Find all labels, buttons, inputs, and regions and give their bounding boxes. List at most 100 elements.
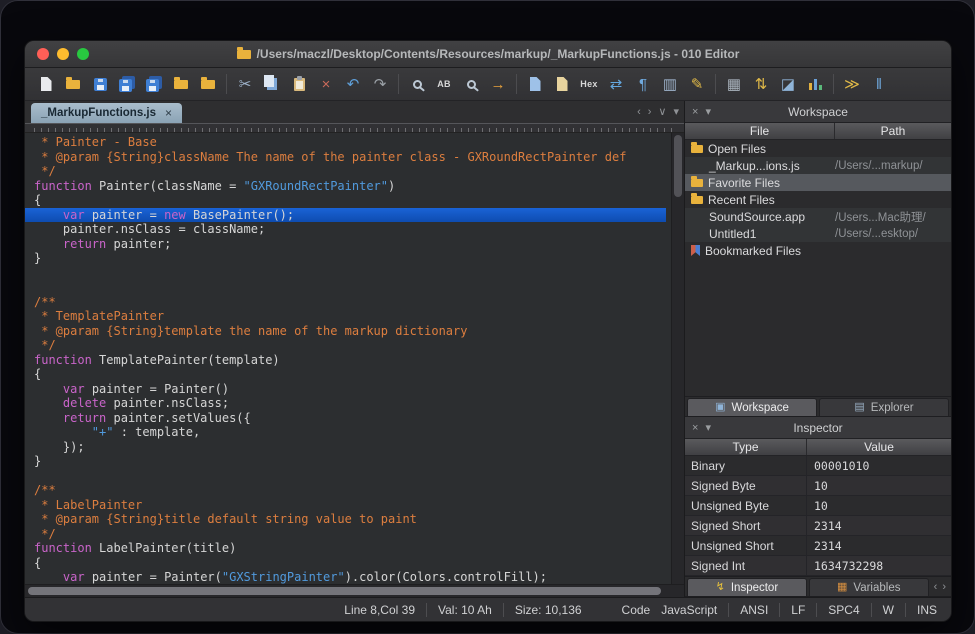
code-line[interactable]: function LabelPainter(title) xyxy=(25,541,671,556)
code-line[interactable]: */ xyxy=(25,527,671,542)
code-line[interactable]: { xyxy=(25,556,671,571)
inspector-row[interactable]: Signed Byte10 xyxy=(685,476,951,496)
inspector-close-icon[interactable]: × xyxy=(692,422,698,434)
tab-markupfunctions[interactable]: _MarkupFunctions.js × xyxy=(31,103,182,123)
workspace-row[interactable]: _Markup...ions.js/Users/...markup/ xyxy=(685,157,951,174)
scripts-button[interactable] xyxy=(549,71,575,97)
code-line[interactable]: * @param {String}className The name of t… xyxy=(25,150,671,165)
panel-tab-explorer[interactable]: ▤Explorer xyxy=(819,398,949,416)
pause-button[interactable]: ‖ xyxy=(866,71,892,97)
edit-pen-button[interactable]: ✎ xyxy=(684,71,710,97)
status-syntax[interactable]: JavaScript xyxy=(661,603,717,617)
panel-tab-variables[interactable]: ▦Variables xyxy=(809,578,929,596)
code-line[interactable]: return painter; xyxy=(25,237,671,252)
code-line[interactable]: * TemplatePainter xyxy=(25,309,671,324)
code-line[interactable]: * @param {String}template the name of th… xyxy=(25,324,671,339)
paragraph-marks-button[interactable]: ¶ xyxy=(630,71,656,97)
code-line[interactable]: { xyxy=(25,367,671,382)
redo-button[interactable]: ↷ xyxy=(367,71,393,97)
compare-button[interactable]: ⇄ xyxy=(603,71,629,97)
inspector-value-cell[interactable]: 2314 xyxy=(807,516,951,535)
inspector-row[interactable]: Unsigned Byte10 xyxy=(685,496,951,516)
horizontal-scrollbar-thumb[interactable] xyxy=(28,587,661,595)
code-line[interactable]: var painter = Painter("GXStringPainter")… xyxy=(25,570,671,584)
horizontal-scrollbar[interactable] xyxy=(25,584,684,597)
code-line[interactable]: */ xyxy=(25,164,671,179)
code-line[interactable]: { xyxy=(25,193,671,208)
workspace-row[interactable]: SoundSource.app/Users...Mac助理/ xyxy=(685,208,951,225)
inspector-value-cell[interactable]: 10 xyxy=(807,496,951,515)
column-header-value[interactable]: Value xyxy=(807,439,951,455)
code-line[interactable] xyxy=(25,280,671,295)
column-header-path[interactable]: Path xyxy=(835,123,951,139)
column-header-file[interactable]: File xyxy=(685,123,835,139)
inspector-row[interactable]: Signed Short2314 xyxy=(685,516,951,536)
new-file-button[interactable] xyxy=(33,71,59,97)
workspace-close-icon[interactable]: × xyxy=(692,106,698,118)
minimize-button[interactable] xyxy=(57,48,69,60)
tab-list-icon[interactable]: ∨ xyxy=(658,107,666,118)
code-line[interactable]: * LabelPainter xyxy=(25,498,671,513)
open-folder-button[interactable] xyxy=(168,71,194,97)
panel-tab-inspector[interactable]: ↯Inspector xyxy=(687,578,807,596)
code-line[interactable]: */ xyxy=(25,338,671,353)
workspace-row[interactable]: Favorite Files xyxy=(685,174,951,191)
panel-tab-workspace[interactable]: ▣Workspace xyxy=(687,398,817,416)
goto-button[interactable]: → xyxy=(485,71,511,97)
close-button[interactable] xyxy=(37,48,49,60)
code-line[interactable]: painter.nsClass = className; xyxy=(25,222,671,237)
hex-mode-button[interactable]: Hex xyxy=(576,71,602,97)
vertical-scrollbar-thumb[interactable] xyxy=(674,135,682,197)
workspace-row[interactable]: Recent Files xyxy=(685,191,951,208)
copy-button[interactable] xyxy=(259,71,285,97)
status-indent[interactable]: SPC4 xyxy=(828,603,859,617)
code-line[interactable]: /** xyxy=(25,295,671,310)
workspace-row[interactable]: Untitled1/Users/...esktop/ xyxy=(685,225,951,242)
workspace-menu-icon[interactable]: ▾ xyxy=(705,105,711,118)
add-favorite-folder-button[interactable] xyxy=(195,71,221,97)
save-all-button[interactable] xyxy=(141,71,167,97)
code-line[interactable]: delete painter.nsClass; xyxy=(25,396,671,411)
code-line[interactable]: * @param {String}title default string va… xyxy=(25,512,671,527)
save-button[interactable] xyxy=(87,71,113,97)
calculator-button[interactable]: ▦ xyxy=(721,71,747,97)
status-wrap[interactable]: W xyxy=(883,603,894,617)
code-line[interactable]: /** xyxy=(25,483,671,498)
find-in-files-button[interactable] xyxy=(458,71,484,97)
workspace-row[interactable]: Open Files xyxy=(685,140,951,157)
inspector-menu-icon[interactable]: ▾ xyxy=(705,421,711,434)
workspace-row[interactable]: Bookmarked Files xyxy=(685,242,951,259)
base-converter-button[interactable]: ⇅ xyxy=(748,71,774,97)
inspector-row[interactable]: Unsigned Short2314 xyxy=(685,536,951,556)
code-line[interactable]: }); xyxy=(25,440,671,455)
column-header-type[interactable]: Type xyxy=(685,439,807,455)
status-line-ending[interactable]: LF xyxy=(791,603,805,617)
code-line[interactable]: } xyxy=(25,251,671,266)
next-tab-icon[interactable]: › xyxy=(648,107,652,118)
code-line[interactable]: "+" : template, xyxy=(25,425,671,440)
code-editor[interactable]: * Painter - Base * @param {String}classN… xyxy=(25,133,671,584)
inspector-value-cell[interactable]: 00001010 xyxy=(807,456,951,475)
tab-close-icon[interactable]: × xyxy=(165,106,172,120)
color-picker-button[interactable]: ◪ xyxy=(775,71,801,97)
inspector-value-cell[interactable]: 2314 xyxy=(807,536,951,555)
split-view-icon[interactable]: ▾ xyxy=(673,107,679,118)
code-line[interactable]: var painter = Painter() xyxy=(25,382,671,397)
status-insert-mode[interactable]: INS xyxy=(917,603,937,617)
inspector-value-cell[interactable]: 10 xyxy=(807,476,951,495)
inspector-row[interactable]: Binary00001010 xyxy=(685,456,951,476)
status-edit-mode[interactable]: Code xyxy=(622,603,651,617)
code-line[interactable]: return painter.setValues({ xyxy=(25,411,671,426)
delete-button[interactable]: × xyxy=(313,71,339,97)
prev-tab-icon[interactable]: ‹ xyxy=(637,107,641,118)
code-line[interactable] xyxy=(25,266,671,281)
code-line[interactable]: * Painter - Base xyxy=(25,135,671,150)
undo-button[interactable]: ↶ xyxy=(340,71,366,97)
titlebar[interactable]: /Users/maczl/Desktop/Contents/Resources/… xyxy=(25,41,951,68)
code-line[interactable]: } xyxy=(25,454,671,469)
save-as-button[interactable] xyxy=(114,71,140,97)
zoom-button[interactable] xyxy=(77,48,89,60)
scroll-tabs-right-icon[interactable]: › xyxy=(942,582,946,593)
inspector-value-cell[interactable]: 1634732298 xyxy=(807,556,951,575)
status-encoding[interactable]: ANSI xyxy=(740,603,768,617)
